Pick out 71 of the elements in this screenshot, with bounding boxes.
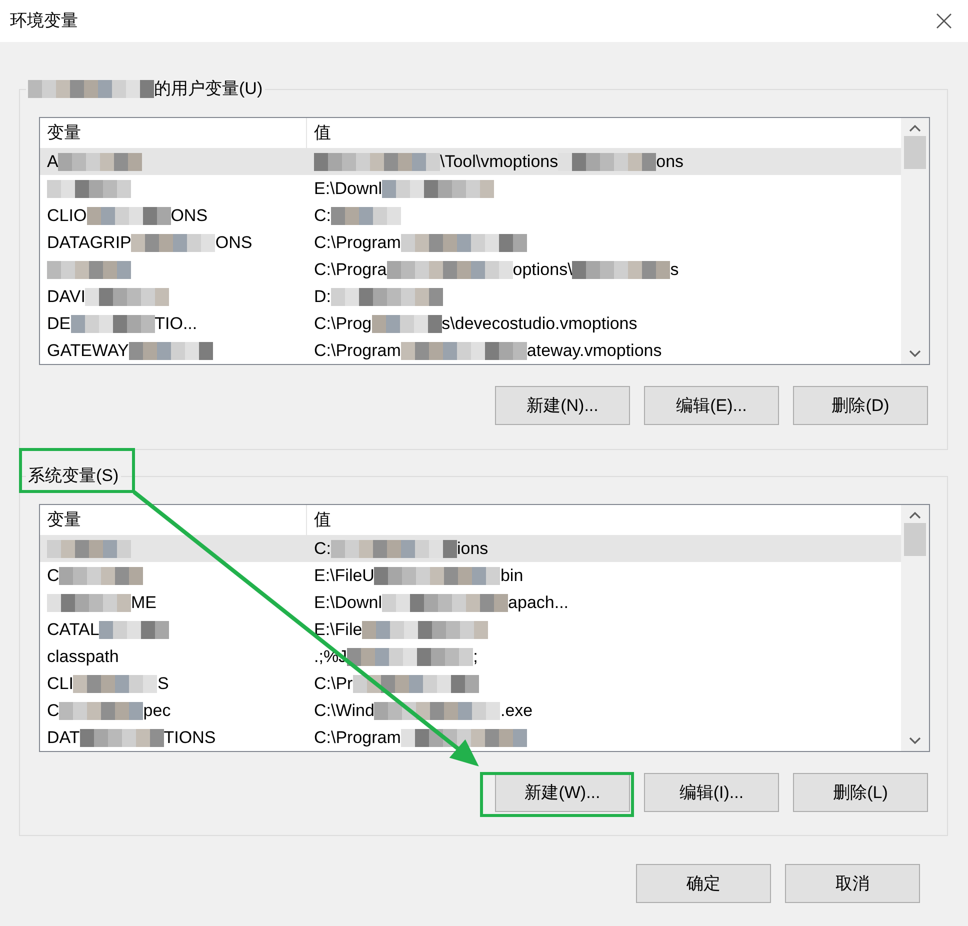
cell-text: C: [314,204,331,227]
redacted-mosaic [99,620,170,638]
dialog-button[interactable]: 新建(W)... [495,773,630,812]
cell-text: C:\Program [314,340,401,362]
scroll-up-icon[interactable] [909,124,921,132]
redacted-mosaic [331,206,401,224]
cell-text: s\devecostudio.vmoptions [442,312,638,335]
dialog-button[interactable]: 编辑(E)... [644,386,779,425]
cell-text: ONS [170,204,208,227]
redacted-mosaic [372,314,442,332]
cell-text: pec [143,700,171,722]
cell-text: GATEWAY [47,340,129,362]
cell-text: ME [131,592,156,614]
cell-text: ions [457,538,488,560]
scroll-down-icon[interactable] [909,350,921,358]
cell-text: C:\Program [314,726,401,749]
cell-text: CLI [47,672,74,695]
column-header[interactable]: 值 [307,118,901,148]
cell-text: E:\Downl [314,178,382,200]
cell-text: bin [500,564,524,587]
cell-text: DATAGRIP [47,232,132,254]
cell-text: TIO... [154,312,198,335]
scrollbar[interactable] [901,505,929,751]
cell-text: E:\Downl [314,592,382,614]
cell-text: options\ [512,258,572,281]
cell-text: \Tool\vmoptions [440,150,558,173]
cell-text: C:\Progra [314,258,387,281]
selected-row-background[interactable]: A \Tool\vmoptions ons [40,148,901,175]
selected-row-background[interactable]: C: ions [40,535,901,562]
cell-text: classpath [47,646,119,668]
cell-text: apach... [508,592,569,614]
cell-text: TIONS [164,726,216,749]
cell-text: C:\Pr [314,672,353,695]
cell-text: C:\Wind [314,700,374,722]
cell-text: C [47,700,60,722]
scrollbar[interactable] [901,118,929,364]
dialog-button[interactable]: 新建(N)... [495,386,630,425]
close-icon[interactable] [936,13,952,29]
cell-text: ateway.vmoptions [526,340,662,362]
cell-text: .exe [500,700,533,722]
cell-text: CATAL [47,618,100,641]
cell-text: DE [47,312,71,335]
column-header[interactable]: 值 [307,505,901,535]
scroll-thumb[interactable] [904,523,926,556]
scroll-up-icon[interactable] [909,511,921,519]
cell-text: CLIO [47,204,87,227]
cell-text: ons [656,150,684,173]
cell-text: D: [314,286,331,308]
scroll-thumb[interactable] [904,136,926,169]
cell-text: C:\Program [314,232,401,254]
cell-text: 系统变量(S) [28,465,119,487]
cell-text: C [47,564,60,587]
dialog-button[interactable]: 确定 [636,864,771,903]
cell-text: A [47,150,58,173]
cell-text: ONS [215,232,252,254]
dialog-button[interactable]: 编辑(I)... [644,773,779,812]
dialog-button[interactable]: 删除(L) [793,773,928,812]
dialog-button[interactable]: 删除(D) [793,386,928,425]
cell-text: E:\FileU [314,564,374,587]
window-title: 环境变量 [10,10,78,32]
scroll-down-icon[interactable] [909,737,921,745]
cell-text: E:\File [314,618,362,641]
cell-text: DAVI [47,286,86,308]
cell-text: S [157,672,169,695]
cell-text: DAT [47,726,80,749]
dialog-button[interactable]: 取消 [785,864,920,903]
cell-text: C: [314,538,331,560]
cell-text: C:\Prog [314,312,372,335]
cell-text: ; [473,646,478,668]
cell-text: 的用户变量(U) [154,78,263,100]
cell-text: s [670,258,679,281]
